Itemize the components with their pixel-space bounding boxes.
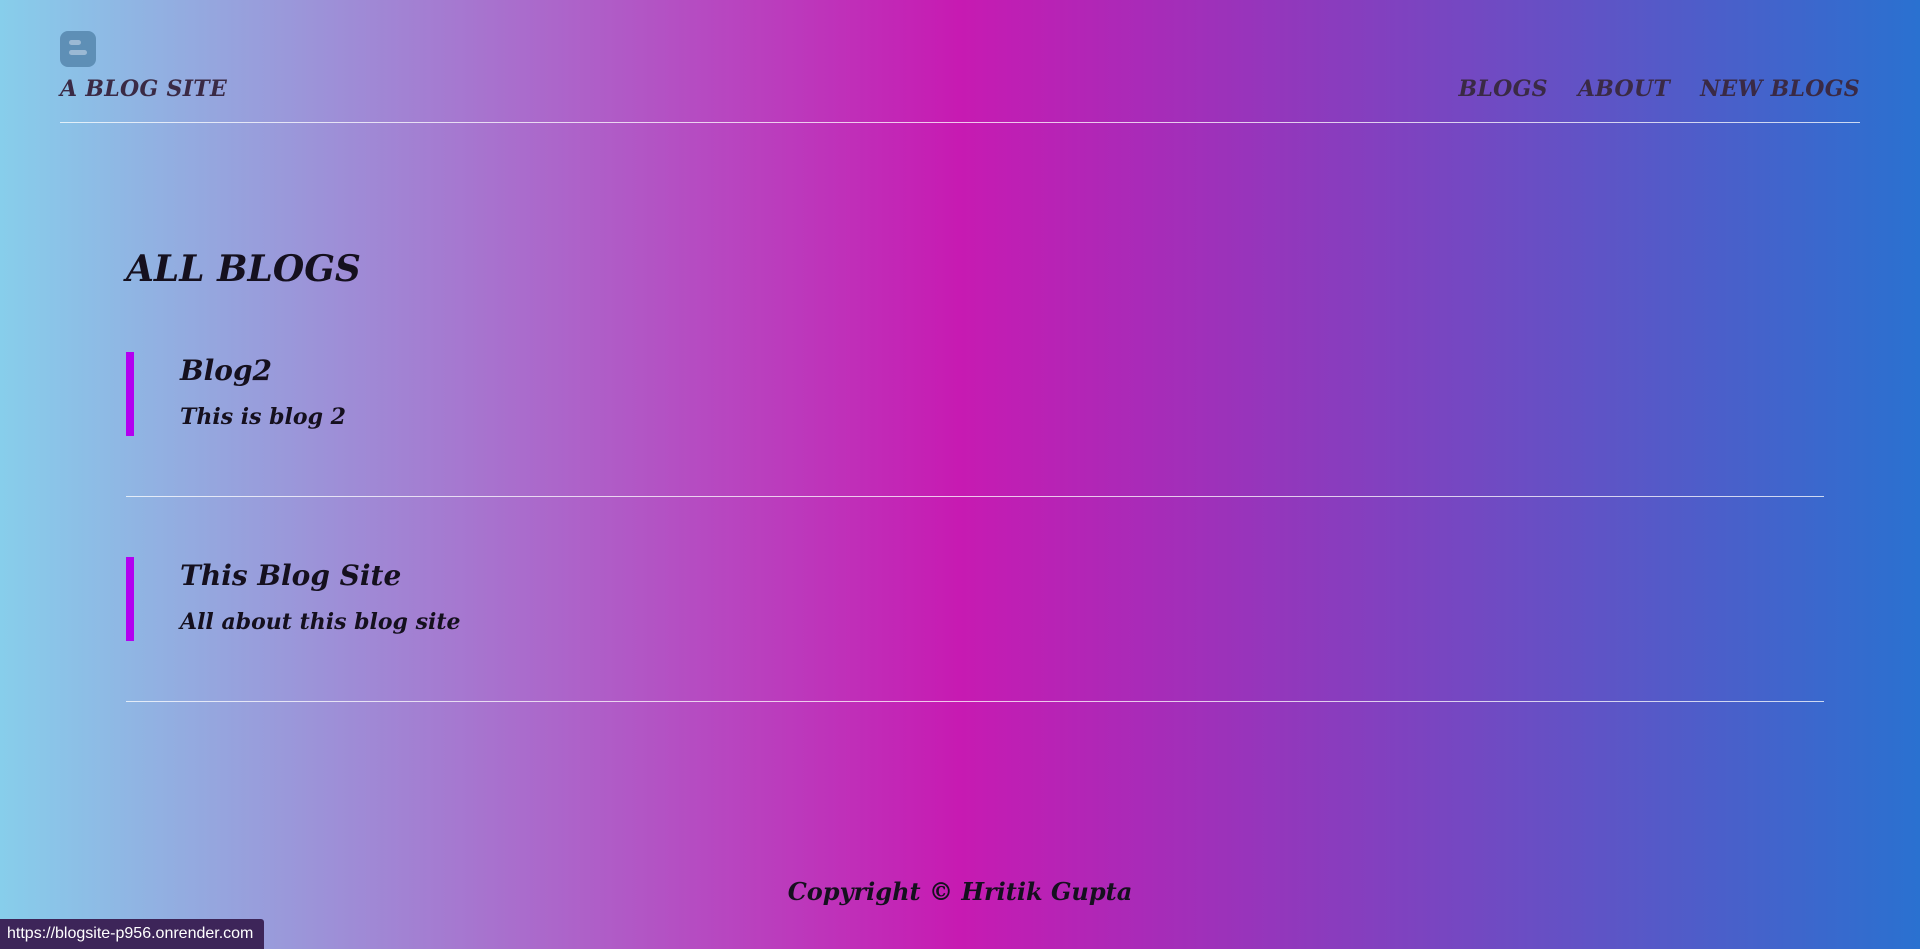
site-header: A BLOG SITE BLOGS ABOUT NEW BLOGS [60,0,1860,123]
blogger-icon[interactable] [60,31,96,67]
blog-description: This is blog 2 [180,403,346,430]
blog-accent-bar [126,351,134,436]
blog-title-link[interactable]: Blog2 [180,354,272,387]
nav-link-blogs[interactable]: BLOGS [1458,76,1547,102]
blog-accent-bar [126,556,134,641]
blog-title-link[interactable]: This Blog Site [180,559,401,592]
blog-list: Blog2 This is blog 2 This Blog Site All … [126,351,1824,702]
page-title: ALL BLOGS [126,248,361,290]
main-nav: BLOGS ABOUT NEW BLOGS [1458,76,1860,102]
blog-description: All about this blog site [180,608,461,635]
link-status-bar: https://blogsite-p956.onrender.com [0,919,265,949]
nav-link-about[interactable]: ABOUT [1578,76,1670,102]
blog-item: Blog2 This is blog 2 [126,351,1824,497]
footer-copyright: Copyright © Hritik Gupta [787,877,1133,906]
blog-item: This Blog Site All about this blog site [126,556,1824,702]
main-content: ALL BLOGS Blog2 This is blog 2 This Blog… [126,248,1824,762]
site-title[interactable]: A BLOG SITE [60,76,227,102]
nav-link-new-blogs[interactable]: NEW BLOGS [1700,76,1860,102]
